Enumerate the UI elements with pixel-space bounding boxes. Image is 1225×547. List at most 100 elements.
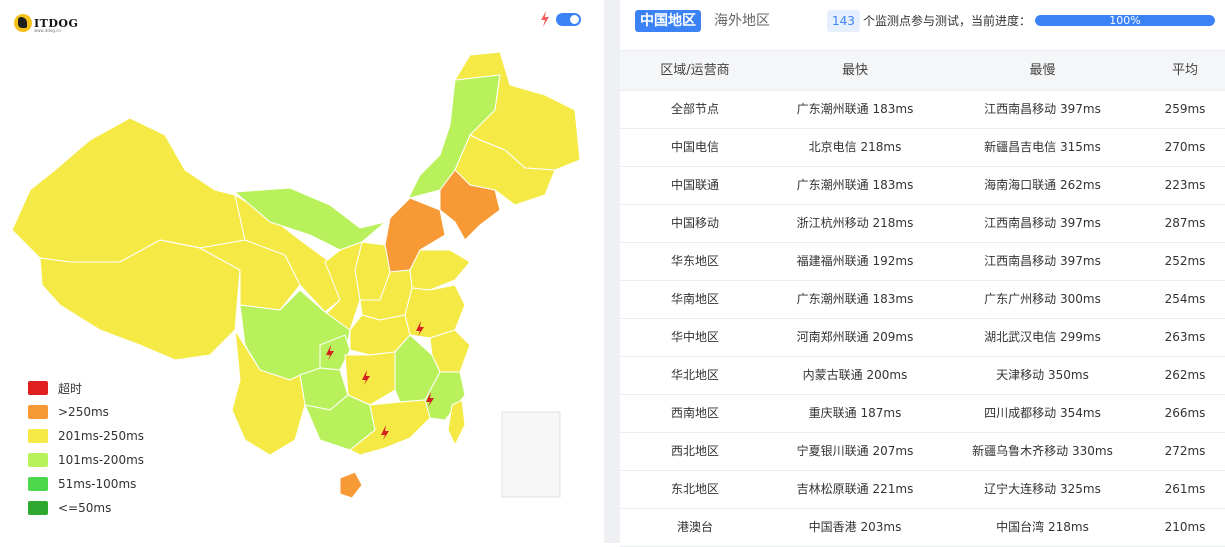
table-row: 华北地区 内蒙古联通 200ms 天津移动 350ms 262ms: [620, 357, 1225, 395]
cell-average: 254ms: [1164, 292, 1206, 306]
legend-item-51-100[interactable]: 51ms-100ms: [28, 472, 144, 496]
cell-slowest: 江西南昌移动 397ms: [984, 216, 1101, 230]
header-average: 平均: [1171, 63, 1198, 78]
cell-slowest: 海南海口联通 262ms: [984, 178, 1101, 192]
panel-divider: [604, 0, 620, 543]
legend-item-timeout[interactable]: 超时: [28, 376, 144, 400]
header-region: 区域/运营商: [660, 63, 730, 78]
table-header: 区域/运营商 最快 最慢 平均: [620, 50, 1225, 91]
cell-fastest: 北京电信 218ms: [808, 140, 902, 154]
latency-legend: 超时 >250ms 201ms-250ms 101ms-200ms 51ms-1…: [28, 376, 144, 520]
cell-slowest: 中国台湾 218ms: [996, 520, 1089, 534]
table-row: 西北地区 宁夏银川联通 207ms 新疆乌鲁木齐移动 330ms 272ms: [620, 433, 1225, 471]
table-row: 西南地区 重庆联通 187ms 四川成都移动 354ms 266ms: [620, 395, 1225, 433]
toggle-knob: [570, 15, 579, 24]
legend-label: >250ms: [58, 405, 109, 419]
cell-region: 西北地区: [670, 444, 719, 458]
cell-fastest: 河南郑州联通 209ms: [796, 330, 914, 344]
cell-average: 261ms: [1164, 482, 1206, 496]
region-shandong: [409, 249, 471, 291]
results-table: 区域/运营商 最快 最慢 平均 全部节点 广东潮州联通 183ms 江西南昌移动 3…: [620, 50, 1225, 547]
table-row: 东北地区 吉林松原联通 221ms 辽宁大连移动 325ms 261ms: [620, 471, 1225, 509]
itdog-logo[interactable]: ITDOG www.itdog.cn: [14, 12, 78, 34]
cell-slowest: 新疆昌吉电信 315ms: [984, 140, 1101, 154]
legend-label: 51ms-100ms: [58, 477, 137, 491]
cell-region: 中国电信: [670, 140, 719, 154]
progress-percent: 100%: [1109, 15, 1141, 26]
table-row: 全部节点 广东潮州联通 183ms 江西南昌移动 397ms 259ms: [620, 91, 1225, 129]
cell-fastest: 广东潮州联通 183ms: [796, 292, 914, 306]
cell-average: 272ms: [1164, 444, 1206, 458]
table-row: 华南地区 广东潮州联通 183ms 广东广州移动 300ms 254ms: [620, 281, 1225, 319]
cell-fastest: 广东潮州联通 183ms: [796, 102, 914, 116]
cell-average: 266ms: [1164, 406, 1206, 420]
region-xinjiang: [11, 117, 246, 263]
cell-average: 263ms: [1164, 330, 1206, 344]
cell-slowest: 天津移动 350ms: [996, 368, 1089, 382]
legend-item-201-250[interactable]: 201ms-250ms: [28, 424, 144, 448]
cell-average: 210ms: [1164, 520, 1206, 534]
logo-subtext: www.itdog.cn: [34, 28, 61, 33]
table-row: 华中地区 河南郑州联通 209ms 湖北武汉电信 299ms 263ms: [620, 319, 1225, 357]
cell-region: 港澳台: [676, 520, 713, 534]
cell-average: 287ms: [1164, 216, 1206, 230]
cell-region: 东北地区: [670, 482, 719, 496]
cell-slowest: 广东广州移动 300ms: [984, 292, 1101, 306]
legend-label: 201ms-250ms: [58, 429, 145, 443]
cell-region: 华南地区: [670, 292, 719, 306]
region-tabs: 中国地区 海外地区 143 个监测点参与测试，当前进度： 100%: [620, 0, 1225, 48]
cell-fastest: 重庆联通 187ms: [808, 406, 902, 420]
table-row: 中国联通 广东潮州联通 183ms 海南海口联通 262ms 223ms: [620, 167, 1225, 205]
dog-logo-icon: [14, 14, 32, 32]
results-panel: 中国地区 海外地区 143 个监测点参与测试，当前进度： 100% 区域/运营商…: [620, 0, 1225, 547]
table-body: 全部节点 广东潮州联通 183ms 江西南昌移动 397ms 259ms 中国电信 北京电…: [620, 91, 1225, 547]
legend-label: 超时: [58, 381, 83, 396]
cell-fastest: 福建福州联通 192ms: [796, 254, 914, 268]
table-row: 港澳台 中国香港 203ms 中国台湾 218ms 210ms: [620, 509, 1225, 547]
map-panel: ITDOG www.itdog.cn 超时 >250ms 201ms-250ms…: [0, 0, 604, 543]
table-row: 中国电信 北京电信 218ms 新疆昌吉电信 315ms 270ms: [620, 129, 1225, 167]
cell-fastest: 广东潮州联通 183ms: [796, 178, 914, 192]
cell-slowest: 辽宁大连移动 325ms: [984, 482, 1101, 496]
region-hainan: [339, 471, 363, 499]
cell-slowest: 四川成都移动 354ms: [984, 406, 1101, 420]
legend-label: <=50ms: [58, 501, 112, 515]
legend-swatch: [28, 453, 48, 467]
cell-region: 华北地区: [670, 368, 719, 382]
legend-swatch: [28, 405, 48, 419]
cell-fastest: 宁夏银川联通 207ms: [796, 444, 914, 458]
cell-fastest: 内蒙古联通 200ms: [802, 368, 908, 382]
cell-region: 华中地区: [670, 330, 719, 344]
legend-item-le50[interactable]: <=50ms: [28, 496, 144, 520]
legend-swatch: [28, 477, 48, 491]
legend-item-over250[interactable]: >250ms: [28, 400, 144, 424]
legend-swatch: [28, 501, 48, 515]
progress-label: 个监测点参与测试，当前进度：: [863, 14, 1032, 28]
cell-slowest: 湖北武汉电信 299ms: [984, 330, 1101, 344]
table-row: 中国移动 浙江杭州移动 218ms 江西南昌移动 397ms 287ms: [620, 205, 1225, 243]
region-jiangsu-anhui: [404, 284, 466, 339]
cell-region: 全部节点: [670, 102, 719, 116]
cell-average: 262ms: [1164, 368, 1206, 382]
cell-fastest: 浙江杭州移动 218ms: [796, 216, 914, 230]
tab-domestic[interactable]: 中国地区: [635, 10, 701, 32]
cell-average: 270ms: [1164, 140, 1206, 154]
progress-bar: 100%: [1035, 15, 1215, 26]
south-china-sea-inset: [501, 411, 561, 498]
cell-average: 252ms: [1164, 254, 1206, 268]
cell-fastest: 中国香港 203ms: [808, 520, 902, 534]
cell-region: 中国联通: [670, 178, 719, 192]
legend-item-101-200[interactable]: 101ms-200ms: [28, 448, 144, 472]
lightning-toggle-switch[interactable]: [556, 13, 581, 26]
cell-fastest: 吉林松原联通 221ms: [796, 482, 914, 496]
cell-average: 223ms: [1164, 178, 1206, 192]
legend-label: 101ms-200ms: [58, 453, 145, 467]
lightning-icon: [541, 11, 549, 27]
header-slowest: 最慢: [1029, 63, 1056, 78]
monitor-count-badge: 143: [827, 10, 860, 32]
table-row: 华东地区 福建福州联通 192ms 江西南昌移动 397ms 252ms: [620, 243, 1225, 281]
cell-slowest: 新疆乌鲁木齐移动 330ms: [972, 444, 1113, 458]
tab-overseas[interactable]: 海外地区: [709, 10, 775, 32]
cell-average: 259ms: [1164, 102, 1206, 116]
cell-region: 华东地区: [670, 254, 719, 268]
